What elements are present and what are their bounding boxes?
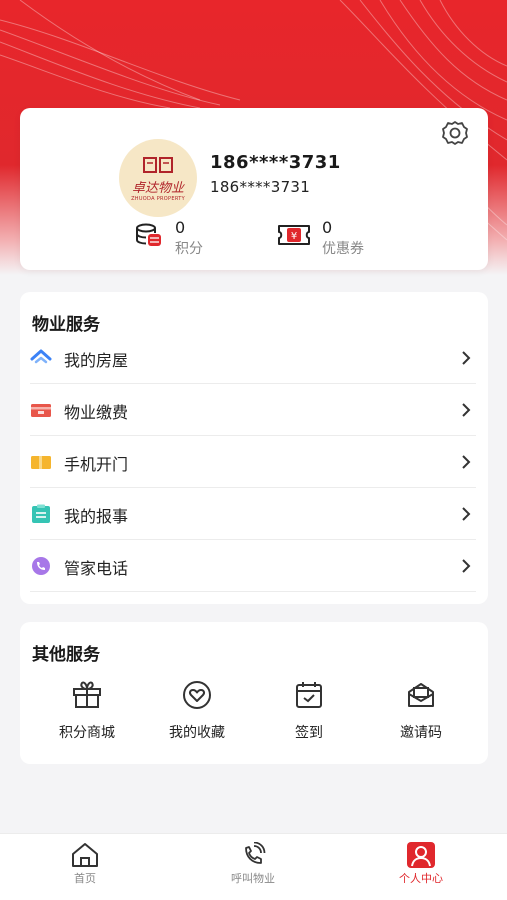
service-label: 我的房屋 (64, 351, 129, 370)
invite-code-button[interactable]: 邀请码 (366, 680, 476, 770)
logo-text-cn: 卓达物业 (131, 180, 184, 196)
other-services-card: 其他服务 积分商城 我的收藏 签到 邀请码 (20, 622, 488, 764)
service-label: 手机开门 (64, 455, 129, 474)
other-service-label: 积分商城 (59, 725, 115, 741)
house-icon (30, 349, 52, 364)
coupons-value: 0 (322, 218, 333, 237)
coupons-stat[interactable]: ¥ 0 优惠券 (277, 218, 407, 258)
profile-card: 卓达物业 ZHUODA PROPERTY 186****3731 186****… (20, 108, 488, 270)
chevron-right-icon (462, 559, 471, 573)
book-icon (143, 156, 173, 173)
calendar-check-icon (296, 682, 322, 708)
service-label: 物业缴费 (64, 403, 129, 422)
call-phone-icon (245, 842, 266, 864)
coupons-label: 优惠券 (322, 241, 364, 257)
other-services-title: 其他服务 (32, 645, 100, 665)
tab-label: 首页 (74, 872, 96, 885)
service-label: 我的报事 (64, 507, 129, 526)
points-mall-button[interactable]: 积分商城 (32, 680, 142, 770)
bottom-tab-bar: 首页 呼叫物业 个人中心 (0, 833, 507, 900)
coupon-ticket-icon: ¥ (278, 225, 310, 245)
other-service-label: 邀请码 (400, 725, 442, 741)
user-icon (407, 842, 435, 868)
mail-icon (408, 683, 434, 707)
property-services-card: 物业服务 我的房屋 物业缴费 手机开门 我的报事 管家电话 (20, 292, 488, 604)
clipboard-icon (32, 504, 50, 523)
settings-gear-icon[interactable] (440, 118, 470, 148)
tab-home[interactable]: 首页 (35, 834, 135, 900)
phone-icon (32, 557, 50, 575)
tab-label: 呼叫物业 (231, 872, 275, 885)
points-value: 0 (175, 218, 186, 237)
service-item-butler-phone[interactable]: 管家电话 (30, 540, 476, 592)
points-label: 积分 (175, 241, 203, 257)
tab-personal-center[interactable]: 个人中心 (371, 834, 471, 900)
heart-icon (183, 681, 211, 709)
chevron-right-icon (462, 455, 471, 469)
door-card-icon (31, 456, 51, 469)
other-service-label: 签到 (295, 725, 323, 741)
tab-label: 个人中心 (399, 872, 443, 885)
home-icon (72, 843, 98, 867)
my-favorites-button[interactable]: 我的收藏 (142, 680, 252, 770)
phone-number: 186****3731 (210, 178, 311, 196)
gift-icon (73, 681, 101, 708)
coins-icon (136, 223, 161, 246)
points-stat[interactable]: 0 积分 (135, 218, 245, 258)
avatar-logo: 卓达物业 ZHUODA PROPERTY (119, 139, 197, 217)
check-in-button[interactable]: 签到 (254, 680, 364, 770)
chevron-right-icon (462, 351, 471, 365)
logo-text-en: ZHUODA PROPERTY (131, 195, 185, 202)
service-item-property-fee[interactable]: 物业缴费 (30, 384, 476, 436)
service-item-my-reports[interactable]: 我的报事 (30, 488, 476, 540)
service-item-my-house[interactable]: 我的房屋 (30, 332, 476, 384)
other-service-label: 我的收藏 (169, 725, 225, 741)
service-label: 管家电话 (64, 559, 129, 578)
service-item-phone-door[interactable]: 手机开门 (30, 436, 476, 488)
svg-text:¥: ¥ (291, 231, 297, 242)
chevron-right-icon (462, 403, 471, 417)
wallet-icon (31, 404, 51, 417)
tab-call-property[interactable]: 呼叫物业 (203, 834, 303, 900)
username: 186****3731 (210, 152, 341, 173)
chevron-right-icon (462, 507, 471, 521)
